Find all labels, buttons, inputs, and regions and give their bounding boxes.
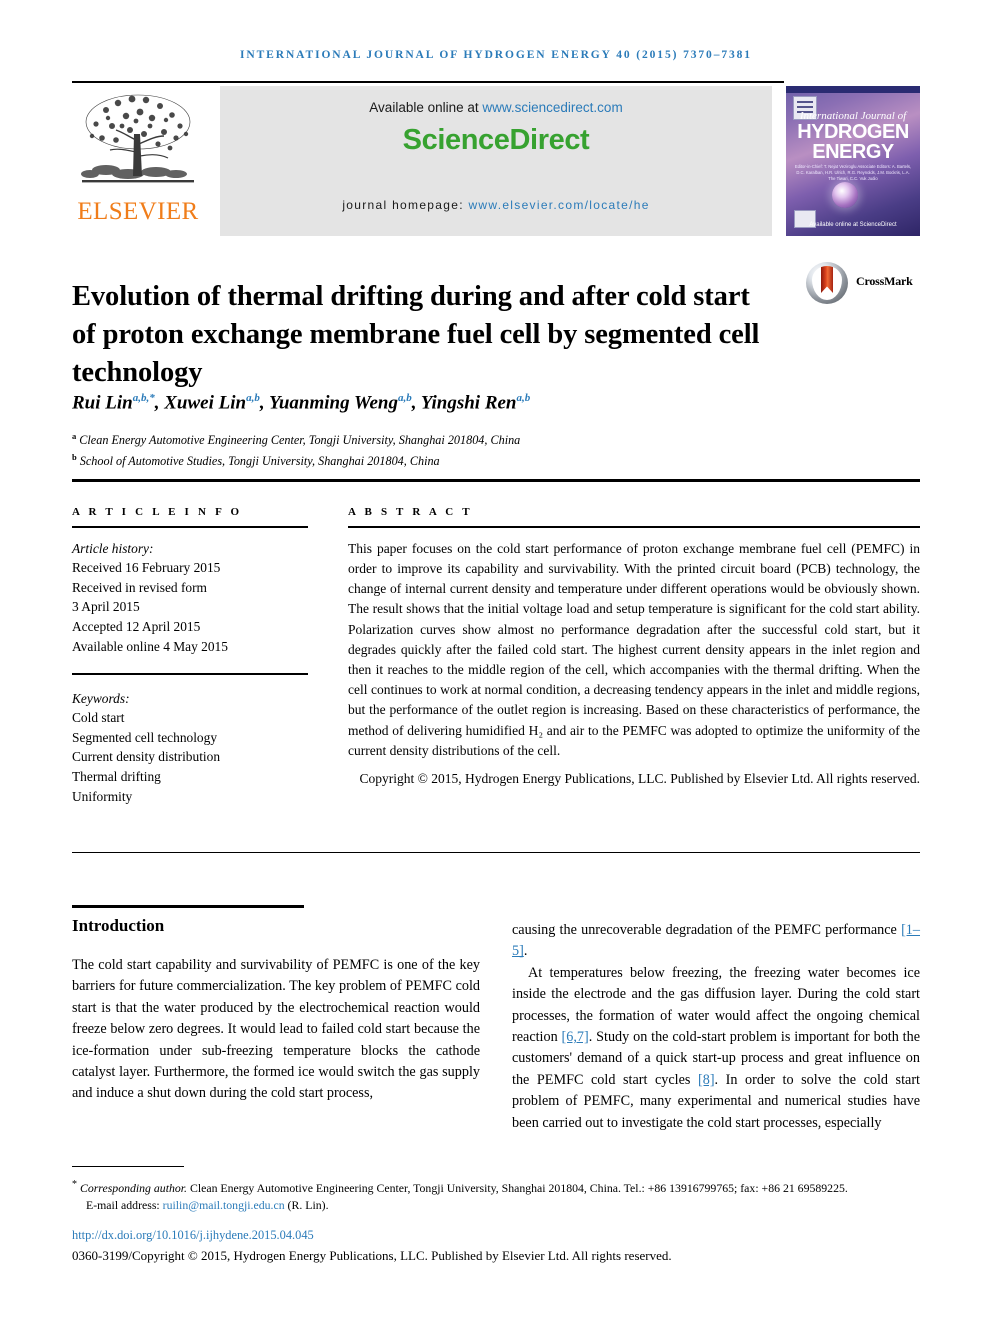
footnote-divider — [72, 1166, 184, 1168]
cover-editors: Editor-in-Chief: T. Nejat Veziroglu Asso… — [794, 164, 912, 182]
footnote-block: * Corresponding author. Clean Energy Aut… — [72, 1176, 920, 1214]
email-note: E-mail address: ruilin@mail.tongji.edu.c… — [72, 1197, 920, 1214]
email-link[interactable]: ruilin@mail.tongji.edu.cn — [163, 1198, 285, 1212]
page-title: Evolution of thermal drifting during and… — [72, 281, 760, 389]
email-label: E-mail address: — [86, 1197, 163, 1212]
intro-paragraph-right-2: At temperatures below freezing, the free… — [512, 963, 920, 1134]
sciencedirect-link[interactable]: www.sciencedirect.com — [482, 100, 622, 115]
info-section-divider — [72, 479, 920, 482]
keyword-item: Uniformity — [72, 788, 133, 804]
corresponding-author-note: * Corresponding author. Clean Energy Aut… — [72, 1176, 920, 1197]
citation-ref-6-7[interactable]: [6,7] — [562, 1029, 589, 1045]
asterisk-icon: * — [72, 1179, 77, 1190]
affiliation-marker: a — [72, 431, 77, 441]
section-heading-rule — [72, 905, 304, 908]
paper-page: International Journal of Hydrogen Energy… — [0, 0, 992, 1323]
author-name: Yingshi Ren — [420, 392, 517, 414]
journal-masthead: ELSEVIER Available online at www.science… — [72, 86, 920, 236]
header-divider — [72, 81, 784, 83]
abstract-rule — [348, 526, 920, 528]
elsevier-tree-icon — [81, 94, 194, 183]
cover-title-line2: ENERGY — [812, 141, 894, 163]
cover-top-bar — [786, 86, 920, 93]
affiliation-marker: b — [72, 451, 77, 462]
sciencedirect-band: Available online at www.sciencedirect.co… — [220, 86, 772, 236]
keyword-item: Thermal drifting — [72, 768, 161, 784]
crossmark-inner-shield — [812, 266, 842, 300]
author-name: Xuwei Lin — [164, 392, 247, 414]
journal-homepage-link[interactable]: www.elsevier.com/locate/he — [468, 198, 649, 212]
article-history-item: Received 16 February 2015 — [72, 560, 221, 576]
intro-paragraph-left: The cold start capability and survivabil… — [72, 957, 480, 1102]
abstract-heading: A B S T R A C T — [348, 506, 473, 518]
abstract-text: This paper focuses on the cold start per… — [348, 540, 920, 758]
journal-homepage-label: journal homepage: — [342, 198, 469, 212]
body-section-divider — [72, 852, 920, 854]
article-history-label: Article history: — [72, 540, 154, 556]
cover-sciencedirect-text: Available online at ScienceDirect — [809, 222, 897, 228]
journal-cover-image: International Journal of HYDROGEN ENERGY… — [786, 86, 920, 236]
keywords-block: Keywords: Cold start Segmented cell tech… — [72, 689, 312, 807]
affiliation-text: School of Automotive Studies, Tongji Uni… — [79, 453, 440, 468]
email-suffix: (R. Lin). — [284, 1197, 329, 1212]
body-left-column: Introduction The cold start capability a… — [72, 905, 480, 1105]
article-history-item: Available online 4 May 2015 — [72, 638, 228, 654]
keyword-item: Segmented cell technology — [72, 729, 218, 745]
author-affiliation-marker: a,b,* — [132, 392, 155, 404]
doi-link[interactable]: http://dx.doi.org/10.1016/j.ijhydene.201… — [72, 1228, 314, 1243]
elsevier-wordmark: ELSEVIER — [77, 198, 199, 225]
author-name: Rui Lin — [72, 392, 133, 414]
article-history-item: 3 April 2015 — [72, 599, 140, 615]
corresponding-author-text: Clean Energy Automotive Engineering Cent… — [187, 1180, 848, 1195]
keyword-item: Current density distribution — [72, 749, 221, 765]
abstract-column: A B S T R A C T This paper focuses on th… — [348, 506, 920, 789]
section-heading-introduction: Introduction — [72, 916, 165, 935]
intro-paragraph-right-1: causing the unrecoverable degradation of… — [512, 920, 920, 963]
author-affiliation-marker: a,b — [398, 392, 412, 404]
keyword-item: Cold start — [72, 710, 125, 726]
author-affiliation-marker: a,b — [246, 392, 260, 404]
sciencedirect-wordmark: ScienceDirect — [402, 124, 590, 156]
crossmark-icon — [806, 262, 848, 304]
article-info-heading: A R T I C L E I N F O — [72, 506, 243, 518]
affiliation-item: b School of Automotive Studies, Tongji U… — [72, 449, 832, 470]
author-name: Yuanming Weng — [268, 392, 398, 414]
affiliation-item: a Clean Energy Automotive Engineering Ce… — [72, 428, 832, 449]
journal-homepage-line: journal homepage: www.elsevier.com/locat… — [220, 198, 772, 212]
author-affiliation-marker: a,b — [516, 392, 531, 404]
article-history-block: Article history: Received 16 February 20… — [72, 539, 312, 657]
cover-title-line1: HYDROGEN — [797, 121, 909, 143]
paragraph-text: . — [523, 943, 528, 960]
article-info-column: A R T I C L E I N F O Article history: R… — [72, 506, 312, 806]
available-online-line: Available online at www.sciencedirect.co… — [220, 100, 772, 115]
affiliation-list: a Clean Energy Automotive Engineering Ce… — [72, 428, 832, 469]
corresponding-author-label: Corresponding author. — [79, 1180, 188, 1195]
article-info-rule — [72, 526, 308, 528]
article-history-item: Received in revised form — [72, 579, 207, 595]
running-head: International Journal of Hydrogen Energy… — [240, 49, 752, 61]
author-list: Rui Lina,b,*, Xuwei Lina,b, Yuanming Wen… — [72, 392, 531, 414]
keywords-label: Keywords: — [72, 690, 130, 706]
body-right-column: causing the unrecoverable degradation of… — [512, 920, 920, 1134]
crossmark-badge[interactable]: CrossMark — [806, 262, 922, 308]
paragraph-text: causing the unrecoverable degradation of… — [512, 922, 902, 938]
crossmark-label: CrossMark — [856, 274, 913, 288]
crossmark-ribbon-icon — [821, 266, 833, 293]
article-history-item: Accepted 12 April 2015 — [72, 618, 201, 634]
issn-copyright-line: 0360-3199/Copyright © 2015, Hydrogen Ene… — [72, 1248, 672, 1263]
available-online-text: Available online at — [369, 100, 483, 115]
abstract-copyright: Copyright © 2015, Hydrogen Energy Public… — [359, 771, 920, 787]
elsevier-logo: ELSEVIER — [72, 86, 204, 236]
affiliation-text: Clean Energy Automotive Engineering Cent… — [79, 433, 521, 448]
citation-ref-8[interactable]: [8] — [698, 1072, 715, 1088]
keywords-divider — [72, 673, 308, 675]
cover-sphere-graphic — [832, 182, 858, 208]
